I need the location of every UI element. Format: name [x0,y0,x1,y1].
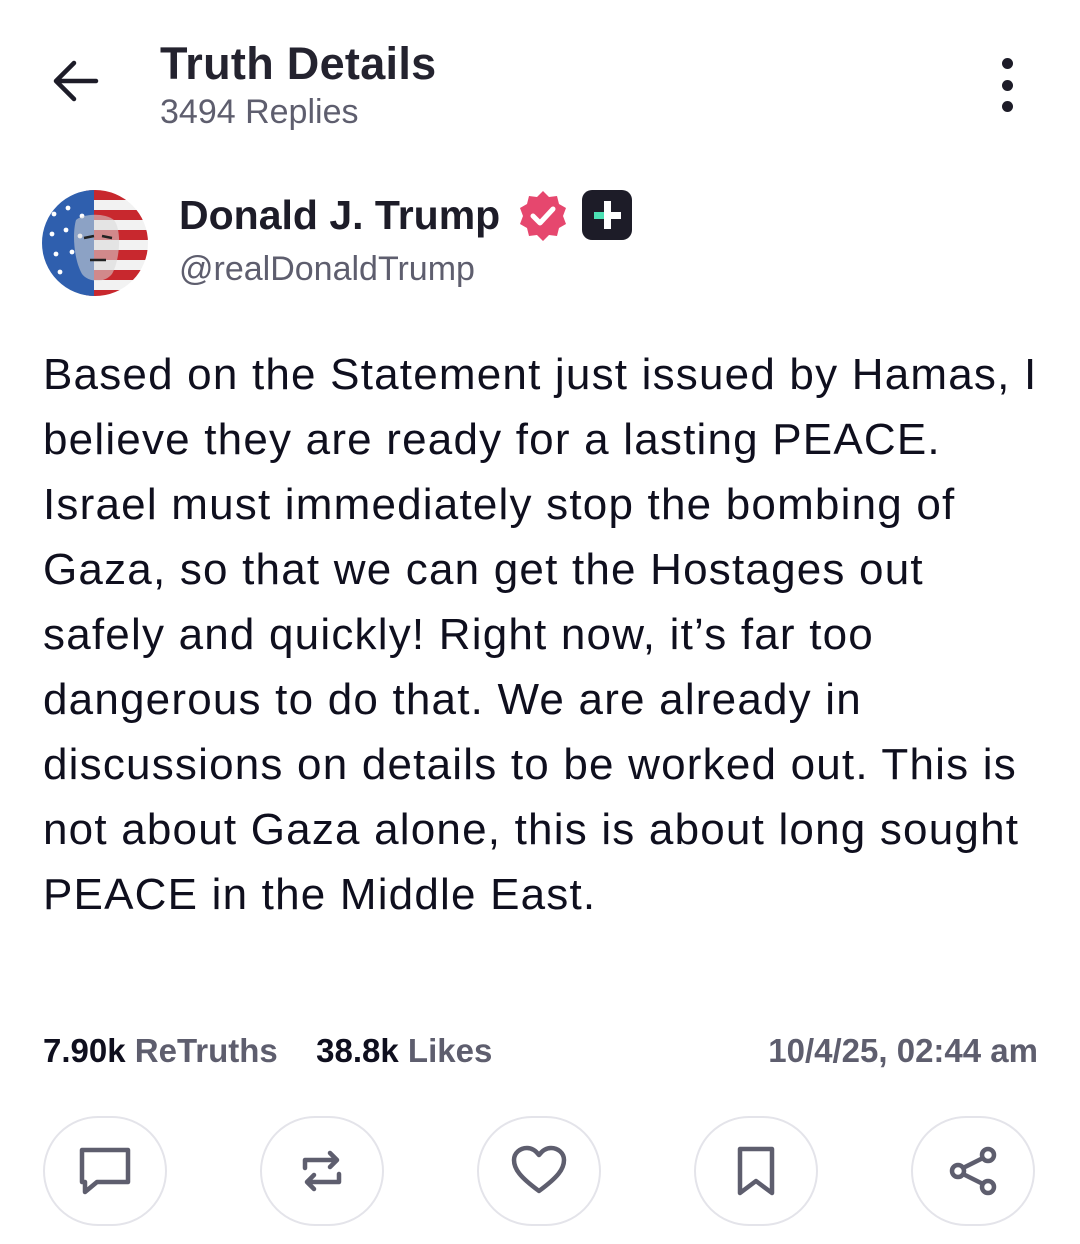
retruths-count[interactable]: 7.90k [43,1032,126,1069]
post-stats: 7.90k ReTruths 38.8k Likes [43,1032,492,1070]
like-icon [511,1145,567,1194]
likes-count[interactable]: 38.8k [316,1032,399,1069]
bookmark-button[interactable] [694,1116,818,1226]
like-button[interactable] [477,1116,601,1226]
avatar[interactable] [42,190,148,296]
likes-label[interactable]: Likes [408,1032,492,1069]
reply-button[interactable] [43,1116,167,1226]
author-name[interactable]: Donald J. Trump [179,192,500,239]
reply-icon [79,1147,131,1195]
plus-badge-icon [582,190,632,240]
post-timestamp: 10/4/25, 02:44 am [768,1032,1038,1069]
author-handle[interactable]: @realDonaldTrump [179,250,475,289]
avatar-image [42,190,148,296]
share-icon [949,1146,997,1196]
reply-count: 3494 Replies [160,93,359,131]
retruths-label[interactable]: ReTruths [135,1032,278,1069]
post-text: Based on the Statement just issued by Ha… [43,350,1038,919]
share-button[interactable] [911,1116,1035,1226]
arrow-left-icon [53,60,99,102]
page-title: Truth Details [160,38,437,89]
more-options-button[interactable] [986,58,1028,112]
back-button[interactable] [46,52,104,110]
bookmark-icon [737,1146,775,1196]
verified-badge-icon [520,191,566,241]
retruth-icon [302,1150,342,1192]
retruth-button[interactable] [260,1116,384,1226]
more-vertical-icon [1001,58,1013,69]
